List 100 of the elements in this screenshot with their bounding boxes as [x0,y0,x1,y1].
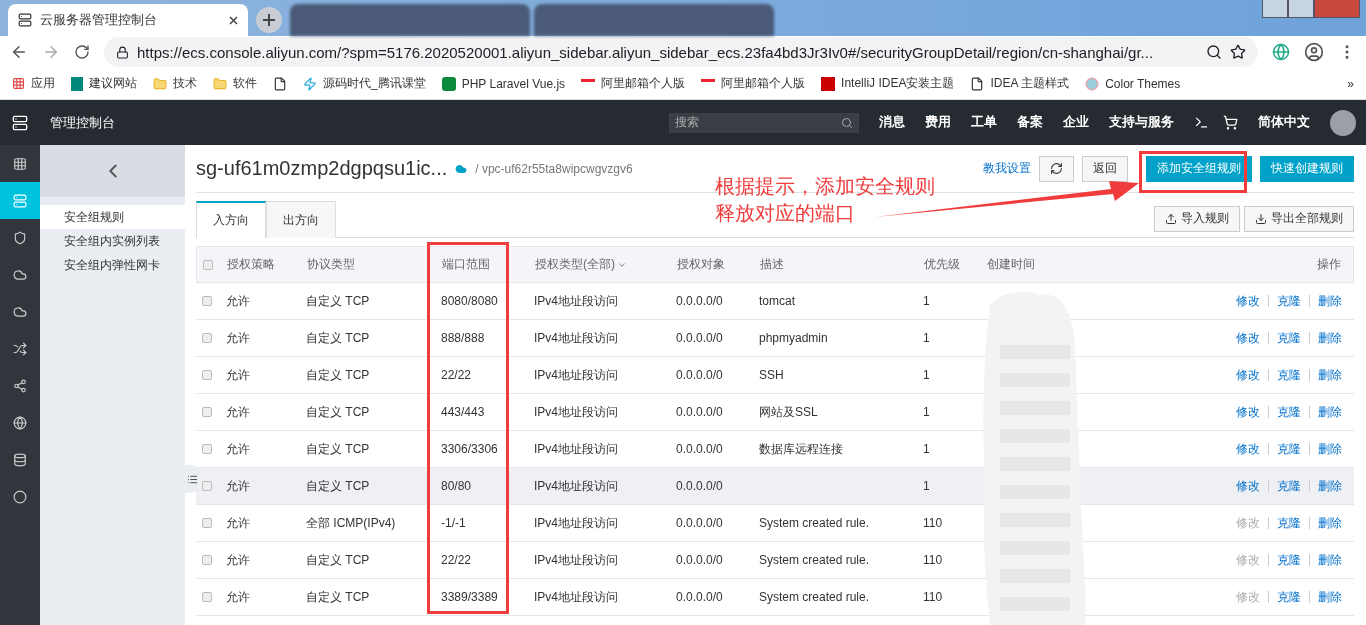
back-button[interactable]: 返回 [1082,155,1128,182]
action-link[interactable]: 修改 [1236,332,1260,344]
action-link[interactable]: 删除 [1309,591,1342,603]
profile-icon[interactable] [1304,42,1324,62]
import-button[interactable]: 导入规则 [1154,205,1240,232]
checkbox[interactable] [202,444,212,454]
table-cell-text: 允许 [226,477,251,495]
checkbox[interactable] [202,407,212,417]
action-link[interactable]: 删除 [1309,443,1342,455]
action-link[interactable]: 克隆 [1268,406,1301,418]
search-field[interactable]: 搜索 [669,112,859,133]
new-tab-button[interactable] [256,7,282,33]
sidebar-item[interactable]: 安全组内弹性网卡 [40,253,185,277]
action-link[interactable]: 克隆 [1268,443,1301,455]
action-link[interactable]: 修改 [1236,480,1260,492]
shuffle-icon [13,341,27,356]
action-link[interactable]: 克隆 [1268,369,1301,381]
add-rule-button[interactable]: 添加安全组规则 [1146,155,1252,182]
toggle-handle[interactable] [185,465,199,493]
checkbox[interactable] [202,370,212,380]
back-icon[interactable] [10,43,28,61]
quick-create-button[interactable]: 快速创建规则 [1260,155,1354,182]
nav-link[interactable]: 支持与服务 [1109,114,1174,131]
column-header: 创建时间 [987,256,1036,273]
extension-icon[interactable] [1272,43,1290,61]
minimize-button[interactable] [1262,0,1288,18]
action-link[interactable]: 删除 [1309,406,1342,418]
action-link[interactable]: 克隆 [1268,591,1301,603]
language-link[interactable]: 简体中文 [1258,114,1310,131]
action-link[interactable]: 修改 [1236,369,1260,381]
bookmark[interactable]: 阿里邮箱个人版 [581,75,686,92]
refresh-button[interactable] [1039,155,1074,182]
nav-link[interactable]: 备案 [1017,114,1043,131]
terminal-icon[interactable] [1194,115,1209,130]
bookmark[interactable]: PHP Laravel Vue.js [441,76,566,91]
action-link[interactable]: 删除 [1309,554,1342,566]
column-header: 协议类型 [307,256,356,273]
table-cell-text: 110 [923,590,944,604]
action-link[interactable]: 修改 [1236,295,1260,307]
direction-tab[interactable]: 出方向 [266,201,336,238]
nav-link[interactable]: 消息 [879,114,905,131]
table-cell-text: 8080/8080 [441,294,499,308]
zoom-icon[interactable] [1206,44,1222,60]
help-link[interactable]: 教我设置 [983,160,1031,177]
close-icon[interactable] [229,15,238,25]
cart-icon[interactable] [1223,115,1238,130]
console-title[interactable]: 管理控制台 [50,113,115,132]
table-cell-text: 自定义 TCP [306,477,371,495]
bookmark[interactable]: IDEA 主题样式 [970,75,1070,92]
direction-tab[interactable]: 入方向 [196,201,266,238]
restore-button[interactable] [1288,0,1314,18]
sidebar-item[interactable]: 安全组内实例列表 [40,229,185,253]
column-header: 端口范围 [442,256,491,273]
star-icon[interactable] [1230,44,1246,60]
bookmark[interactable]: 软件 [213,75,257,92]
action-link[interactable]: 修改 [1236,443,1260,455]
checkbox[interactable] [202,333,212,343]
action-link[interactable]: 删除 [1309,295,1342,307]
column-header: 授权策略 [227,256,276,273]
bookmark[interactable]: IntelliJ IDEA安装主题 [821,75,955,92]
action-link[interactable]: 克隆 [1268,295,1301,307]
reload-icon[interactable] [74,44,90,60]
download-icon [1255,212,1267,225]
checkbox[interactable] [203,259,213,270]
checkbox[interactable] [202,518,212,528]
action-link[interactable]: 修改 [1236,406,1260,418]
browser-tab[interactable]: 云服务器管理控制台 [8,4,248,36]
column-header[interactable]: 授权类型(全部) [535,256,677,273]
bookmark[interactable]: 源码时代_腾讯课堂 [303,75,426,92]
action-link[interactable]: 克隆 [1268,480,1301,492]
bookmark[interactable]: 建议网站 [71,75,137,92]
bookmark-logo-icon [441,76,456,91]
table-cell-text: IPv4地址段访问 [534,440,619,458]
action-link[interactable]: 删除 [1309,517,1342,529]
checkbox[interactable] [202,481,212,491]
bookmark[interactable]: Color Themes [1085,76,1181,91]
nav-link[interactable]: 费用 [925,114,951,131]
checkbox[interactable] [202,296,212,306]
export-button[interactable]: 导出全部规则 [1244,205,1354,232]
action-link[interactable]: 克隆 [1268,332,1301,344]
bookmark[interactable]: 应用 [12,75,55,92]
address-bar[interactable]: https://ecs.console.aliyun.com/?spm=5176.2020520001.aliyun_sidebar.aliyun_sidebar_ecs.23fa4bd3Jr3Iv0#/securityGroupDetail/region/cn-shanghai/gr... [104,37,1258,67]
more-bookmarks[interactable]: » [1347,76,1354,91]
column-header: 优先级 [924,256,961,273]
checkbox[interactable] [202,555,212,565]
action-link[interactable]: 克隆 [1268,517,1301,529]
action-link[interactable]: 删除 [1309,369,1342,381]
table-cell-text: 22/22 [441,553,473,567]
action-link[interactable]: 克隆 [1268,554,1301,566]
table-cell-text: IPv4地址段访问 [534,329,619,347]
avatar[interactable] [1330,109,1356,136]
action-link[interactable]: 删除 [1309,332,1342,344]
bookmark[interactable] [273,76,287,91]
nav-link[interactable]: 企业 [1063,114,1089,131]
checkbox[interactable] [202,592,212,602]
sidebar-item[interactable]: 安全组规则 [40,205,185,229]
bookmark[interactable]: 技术 [153,75,197,92]
bookmark[interactable]: 阿里邮箱个人版 [701,75,806,92]
action-link[interactable]: 删除 [1309,480,1342,492]
nav-link[interactable]: 工单 [971,114,997,131]
